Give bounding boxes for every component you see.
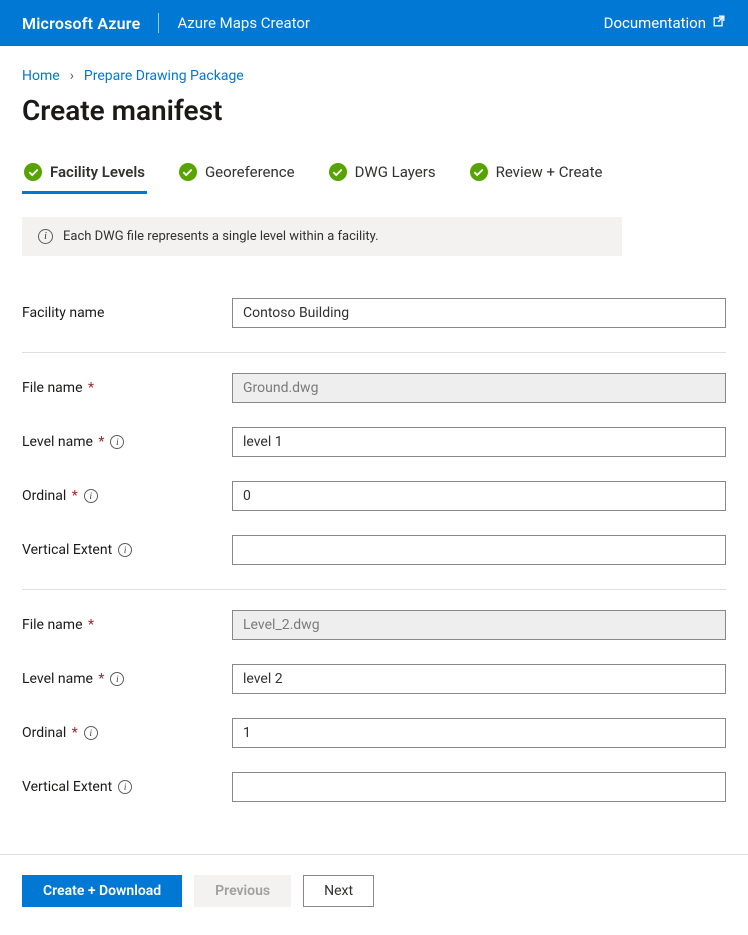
page-title: Create manifest: [22, 94, 726, 127]
product-name: Azure Maps Creator: [177, 14, 310, 32]
wizard-footer: Create + Download Previous Next: [0, 854, 748, 935]
check-circle-icon: [470, 163, 488, 181]
row-file-name: File name *: [22, 361, 726, 415]
breadcrumb: Home › Prepare Drawing Package: [22, 68, 726, 84]
tab-review-create[interactable]: Review + Create: [468, 155, 605, 194]
tab-facility-levels[interactable]: Facility Levels: [22, 155, 147, 194]
info-icon: i: [38, 229, 53, 244]
brand-separator: [158, 13, 159, 33]
label-ordinal: Ordinal * i: [22, 725, 232, 741]
check-circle-icon: [329, 163, 347, 181]
previous-button: Previous: [194, 875, 291, 907]
breadcrumb-prepare-drawing[interactable]: Prepare Drawing Package: [84, 68, 244, 84]
facility-name-input[interactable]: [232, 298, 726, 328]
label-level-name: Level name * i: [22, 434, 232, 450]
info-icon[interactable]: i: [84, 726, 98, 740]
tab-georeference[interactable]: Georeference: [177, 155, 297, 194]
label-ordinal: Ordinal * i: [22, 488, 232, 504]
label-file-name: File name *: [22, 617, 232, 633]
documentation-link[interactable]: Documentation: [604, 14, 726, 32]
tab-label: Review + Create: [496, 163, 603, 181]
wizard-tabs: Facility Levels Georeference DWG Layers …: [22, 155, 726, 195]
external-link-icon: [712, 14, 726, 32]
tab-label: DWG Layers: [355, 163, 436, 181]
file-name-input: [232, 373, 726, 403]
info-banner: i Each DWG file represents a single leve…: [22, 217, 622, 256]
row-ordinal: Ordinal * i: [22, 469, 726, 523]
level-name-input[interactable]: [232, 664, 726, 694]
check-circle-icon: [179, 163, 197, 181]
row-facility-name: Facility name: [22, 286, 726, 340]
row-file-name: File name *: [22, 598, 726, 652]
label-vertical-extent: Vertical Extent i: [22, 542, 232, 558]
info-icon[interactable]: i: [110, 435, 124, 449]
section-divider: [22, 352, 726, 353]
row-vertical-extent: Vertical Extent i: [22, 523, 726, 577]
info-icon[interactable]: i: [110, 672, 124, 686]
row-vertical-extent: Vertical Extent i: [22, 760, 726, 814]
tab-label: Facility Levels: [50, 163, 145, 181]
check-circle-icon: [24, 163, 42, 181]
documentation-label: Documentation: [604, 14, 706, 32]
next-button[interactable]: Next: [303, 875, 374, 907]
info-icon[interactable]: i: [84, 489, 98, 503]
breadcrumb-home[interactable]: Home: [22, 68, 60, 84]
tab-dwg-layers[interactable]: DWG Layers: [327, 155, 438, 194]
info-text: Each DWG file represents a single level …: [63, 229, 379, 244]
top-bar: Microsoft Azure Azure Maps Creator Docum…: [0, 0, 748, 46]
create-download-button[interactable]: Create + Download: [22, 875, 182, 907]
level-name-input[interactable]: [232, 427, 726, 457]
label-vertical-extent: Vertical Extent i: [22, 779, 232, 795]
info-icon[interactable]: i: [118, 780, 132, 794]
ordinal-input[interactable]: [232, 481, 726, 511]
label-level-name: Level name * i: [22, 671, 232, 687]
chevron-right-icon: ›: [70, 68, 74, 84]
file-name-input: [232, 610, 726, 640]
label-facility-name: Facility name: [22, 305, 232, 321]
row-level-name: Level name * i: [22, 415, 726, 469]
label-file-name: File name *: [22, 380, 232, 396]
tab-label: Georeference: [205, 163, 295, 181]
vertical-extent-input[interactable]: [232, 535, 726, 565]
row-level-name: Level name * i: [22, 652, 726, 706]
row-ordinal: Ordinal * i: [22, 706, 726, 760]
info-icon[interactable]: i: [118, 543, 132, 557]
brand-logo: Microsoft Azure: [22, 14, 140, 33]
facility-form: Facility name File name * Level name * i…: [22, 286, 726, 844]
ordinal-input[interactable]: [232, 718, 726, 748]
vertical-extent-input[interactable]: [232, 772, 726, 802]
section-divider: [22, 589, 726, 590]
